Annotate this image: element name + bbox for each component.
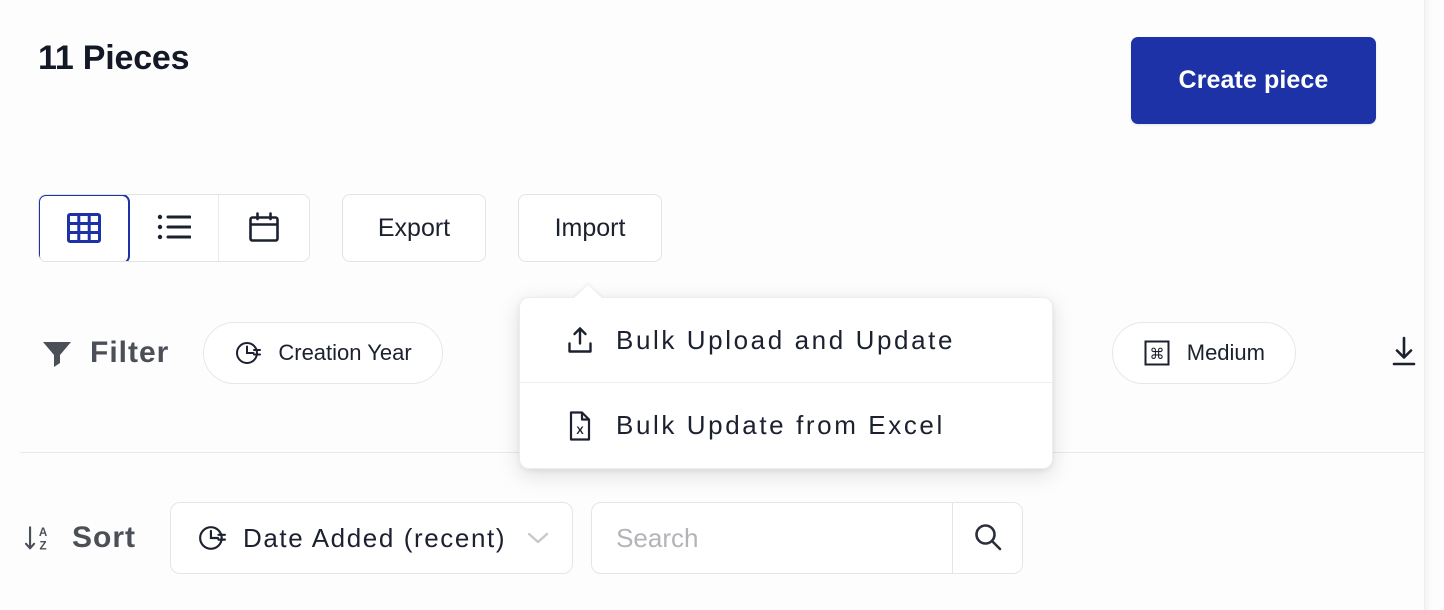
sort-select[interactable]: Date Added (recent) — [170, 502, 574, 574]
search-box — [591, 502, 1024, 574]
view-mode-list-button[interactable] — [129, 195, 219, 261]
menu-item-label: Bulk Upload and Update — [616, 324, 956, 355]
sort-az-icon: A Z — [22, 521, 56, 555]
calendar-icon — [248, 211, 280, 246]
view-mode-calendar-button[interactable] — [219, 195, 309, 261]
download-button[interactable] — [1384, 333, 1424, 373]
svg-text:⌘: ⌘ — [1149, 345, 1164, 363]
menu-item-bulk-update-from-excel[interactable]: X Bulk Update from Excel — [520, 383, 1052, 468]
filter-label-group: Filter — [40, 336, 169, 370]
filter-chip-label: Creation Year — [278, 340, 412, 365]
menu-item-label: Bulk Update from Excel — [616, 410, 945, 440]
filter-label: Filter — [90, 336, 170, 369]
page-right-edge — [1424, 0, 1444, 610]
view-mode-grid-button[interactable] — [39, 195, 130, 261]
download-icon — [1389, 335, 1419, 372]
view-mode-group — [38, 194, 310, 262]
sort-label-group: A Z Sort — [22, 521, 136, 555]
pieces-page: 11 Pieces Create piece Export Import Bul… — [0, 0, 1444, 610]
command-square-icon: ⌘ — [1143, 339, 1171, 367]
menu-item-bulk-upload-and-update[interactable]: Bulk Upload and Update — [520, 298, 1052, 383]
funnel-icon — [40, 336, 74, 370]
search-icon — [972, 521, 1004, 556]
view-toolbar: Export Import — [38, 194, 662, 262]
sort-label: Sort — [72, 521, 136, 554]
search-submit-button[interactable] — [952, 503, 1023, 573]
upload-icon — [566, 325, 594, 355]
clock-pie-icon — [234, 339, 262, 367]
grid-icon — [67, 212, 101, 246]
dropdown-caret — [573, 285, 603, 299]
list-icon — [157, 213, 191, 244]
filter-chip-creation-year[interactable]: Creation Year — [203, 322, 443, 384]
sort-select-value: Date Added (recent) — [243, 522, 507, 553]
export-button[interactable]: Export — [342, 194, 486, 262]
svg-text:Z: Z — [39, 540, 47, 553]
svg-text:A: A — [39, 526, 48, 539]
clock-pie-icon — [197, 523, 227, 553]
chevron-down-icon — [526, 530, 550, 546]
svg-text:X: X — [576, 425, 584, 437]
import-button[interactable]: Import — [518, 194, 662, 262]
excel-file-icon: X — [566, 410, 594, 441]
sort-row: A Z Sort Date Added (recent) — [22, 502, 1024, 574]
search-input[interactable] — [592, 503, 953, 573]
filter-chip-label: Medium — [1186, 340, 1265, 365]
create-piece-button[interactable]: Create piece — [1131, 37, 1376, 124]
filter-chip-medium[interactable]: ⌘ Medium — [1111, 322, 1296, 384]
import-dropdown-menu: Bulk Upload and Update X Bulk Update fro… — [519, 285, 1053, 469]
